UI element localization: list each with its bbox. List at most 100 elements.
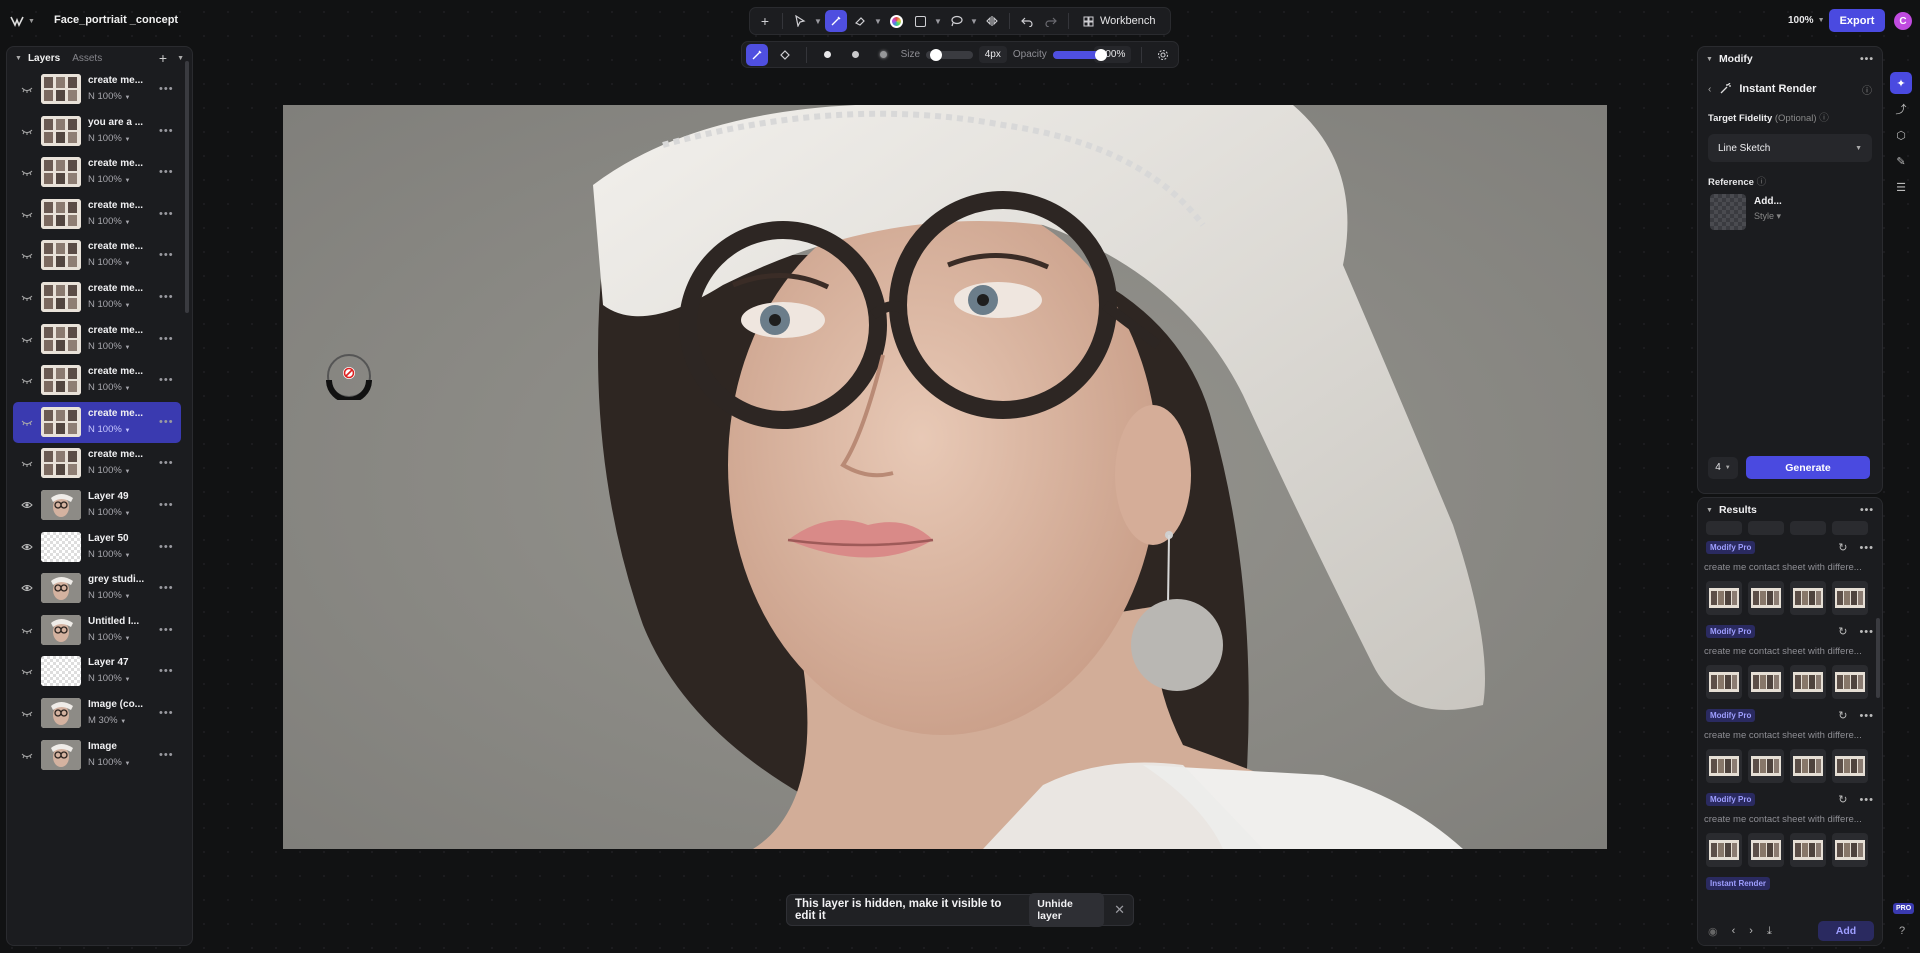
- brush-settings-button[interactable]: [1152, 44, 1174, 66]
- more-icon[interactable]: •••: [159, 166, 174, 178]
- result-thumbnail[interactable]: [1790, 581, 1826, 615]
- unhide-layer-button[interactable]: Unhide layer: [1029, 893, 1105, 927]
- reuse-icon[interactable]: ↻: [1838, 625, 1847, 638]
- more-icon[interactable]: •••: [1860, 53, 1874, 65]
- layer-blend-opacity[interactable]: N 100% ▼: [88, 91, 130, 102]
- layer-blend-opacity[interactable]: N 100% ▼: [88, 174, 130, 185]
- layer-row[interactable]: create me... N 100% ▼ •••: [13, 319, 181, 360]
- more-icon[interactable]: •••: [159, 665, 174, 677]
- result-thumbnail[interactable]: [1706, 521, 1742, 535]
- rail-share-button[interactable]: ⤴: [1890, 98, 1912, 120]
- result-thumbnail[interactable]: [1832, 833, 1868, 867]
- brush-medium-button[interactable]: [845, 44, 867, 66]
- eye-closed-icon[interactable]: [21, 83, 33, 95]
- info-icon[interactable]: ⓘ: [1757, 177, 1767, 188]
- more-icon[interactable]: •••: [159, 624, 174, 636]
- eye-closed-icon[interactable]: [21, 457, 33, 469]
- more-icon[interactable]: •••: [1859, 794, 1874, 806]
- size-slider[interactable]: [926, 48, 973, 61]
- layer-blend-opacity[interactable]: N 100% ▼: [88, 382, 130, 393]
- eye-closed-icon[interactable]: [21, 707, 33, 719]
- more-icon[interactable]: •••: [159, 374, 174, 386]
- layer-blend-opacity[interactable]: N 100% ▼: [88, 673, 130, 684]
- result-thumbnail[interactable]: [1832, 749, 1868, 783]
- layer-row[interactable]: create me... N 100% ▼ •••: [13, 194, 181, 235]
- brush-soft-button[interactable]: [873, 44, 895, 66]
- more-icon[interactable]: •••: [159, 208, 174, 220]
- more-icon[interactable]: •••: [159, 249, 174, 261]
- layer-row[interactable]: you are a ... N 100% ▼ •••: [13, 111, 181, 152]
- result-thumbnail[interactable]: [1748, 833, 1784, 867]
- result-thumbnail[interactable]: [1706, 581, 1742, 615]
- shape-tool-button[interactable]: [909, 10, 931, 32]
- eye-closed-icon[interactable]: [21, 374, 33, 386]
- more-icon[interactable]: •••: [159, 582, 174, 594]
- eye-closed-icon[interactable]: [21, 333, 33, 345]
- more-icon[interactable]: •••: [1860, 504, 1874, 516]
- tab-layers[interactable]: Layers: [28, 53, 60, 64]
- eraser-tool-button[interactable]: [849, 10, 871, 32]
- workbench-button[interactable]: Workbench: [1075, 10, 1163, 32]
- chevron-down-icon[interactable]: ▼: [15, 55, 22, 62]
- result-thumbnail[interactable]: [1832, 521, 1868, 535]
- layer-row[interactable]: create me... N 100% ▼ •••: [13, 235, 181, 276]
- download-icon[interactable]: ⤓: [1767, 925, 1772, 938]
- result-thumbnail[interactable]: [1832, 581, 1868, 615]
- layer-blend-opacity[interactable]: N 100% ▼: [88, 757, 130, 768]
- undo-button[interactable]: [1016, 10, 1038, 32]
- back-icon[interactable]: ‹: [1708, 84, 1711, 95]
- chevron-down-icon[interactable]: ▼: [177, 55, 184, 62]
- result-thumbnail[interactable]: [1790, 749, 1826, 783]
- generate-button[interactable]: Generate: [1746, 456, 1870, 479]
- reference-style[interactable]: Style ▾: [1754, 211, 1782, 222]
- layer-row[interactable]: grey studi... N 100% ▼ •••: [13, 568, 181, 609]
- more-icon[interactable]: •••: [159, 416, 174, 428]
- result-thumbnail[interactable]: [1748, 581, 1784, 615]
- more-icon[interactable]: •••: [1859, 542, 1874, 554]
- eye-icon[interactable]: [21, 582, 33, 594]
- layer-blend-opacity[interactable]: N 100% ▼: [88, 257, 130, 268]
- reuse-icon[interactable]: ↻: [1838, 793, 1847, 806]
- chevron-down-icon[interactable]: ▼: [813, 17, 823, 26]
- rail-brush-button[interactable]: ✎: [1890, 150, 1912, 172]
- fidelity-select[interactable]: Line Sketch ▼: [1708, 134, 1872, 162]
- eye-closed-icon[interactable]: [21, 416, 33, 428]
- result-thumbnail[interactable]: [1748, 665, 1784, 699]
- eye-closed-icon[interactable]: [21, 624, 33, 636]
- reuse-icon[interactable]: ↻: [1838, 709, 1847, 722]
- reference-placeholder[interactable]: [1710, 194, 1746, 230]
- info-icon[interactable]: ⓘ: [1862, 82, 1872, 97]
- layer-blend-opacity[interactable]: N 100% ▼: [88, 632, 130, 643]
- rail-modify-button[interactable]: ✦: [1890, 72, 1912, 94]
- layer-row[interactable]: create me... N 100% ▼ •••: [13, 360, 181, 401]
- more-icon[interactable]: •••: [159, 499, 174, 511]
- previous-icon[interactable]: ‹: [1732, 925, 1736, 937]
- more-icon[interactable]: •••: [1859, 710, 1874, 722]
- eye-closed-icon[interactable]: [21, 208, 33, 220]
- result-thumbnail[interactable]: [1790, 665, 1826, 699]
- more-icon[interactable]: •••: [159, 457, 174, 469]
- redo-button[interactable]: [1040, 10, 1062, 32]
- brush-tool-button[interactable]: [825, 10, 847, 32]
- eye-closed-icon[interactable]: [21, 166, 33, 178]
- lasso-tool-button[interactable]: [945, 10, 967, 32]
- layer-row[interactable]: Image (co... M 30% ▼ •••: [13, 693, 181, 734]
- layer-blend-opacity[interactable]: N 100% ▼: [88, 341, 130, 352]
- layer-row[interactable]: create me... N 100% ▼ •••: [13, 443, 181, 484]
- reuse-icon[interactable]: ↻: [1838, 541, 1847, 554]
- add-layer-icon[interactable]: +: [159, 50, 167, 66]
- layer-blend-opacity[interactable]: N 100% ▼: [88, 549, 130, 560]
- info-icon[interactable]: ⓘ: [1819, 113, 1829, 124]
- rail-adjust-button[interactable]: ☰: [1890, 176, 1912, 198]
- chevron-down-icon[interactable]: ▼: [1706, 56, 1713, 63]
- eye-closed-icon[interactable]: [21, 125, 33, 137]
- result-thumbnail[interactable]: [1832, 665, 1868, 699]
- result-prompt[interactable]: create me contact sheet with differe...: [1704, 640, 1876, 661]
- export-button[interactable]: Export: [1829, 9, 1885, 32]
- more-icon[interactable]: •••: [159, 291, 174, 303]
- layer-row[interactable]: create me... N 100% ▼ •••: [13, 152, 181, 193]
- layer-row[interactable]: Layer 49 N 100% ▼ •••: [13, 485, 181, 526]
- layers-scrollbar[interactable]: [185, 61, 189, 313]
- rail-3d-button[interactable]: ⬡: [1890, 124, 1912, 146]
- layer-blend-opacity[interactable]: N 100% ▼: [88, 590, 130, 601]
